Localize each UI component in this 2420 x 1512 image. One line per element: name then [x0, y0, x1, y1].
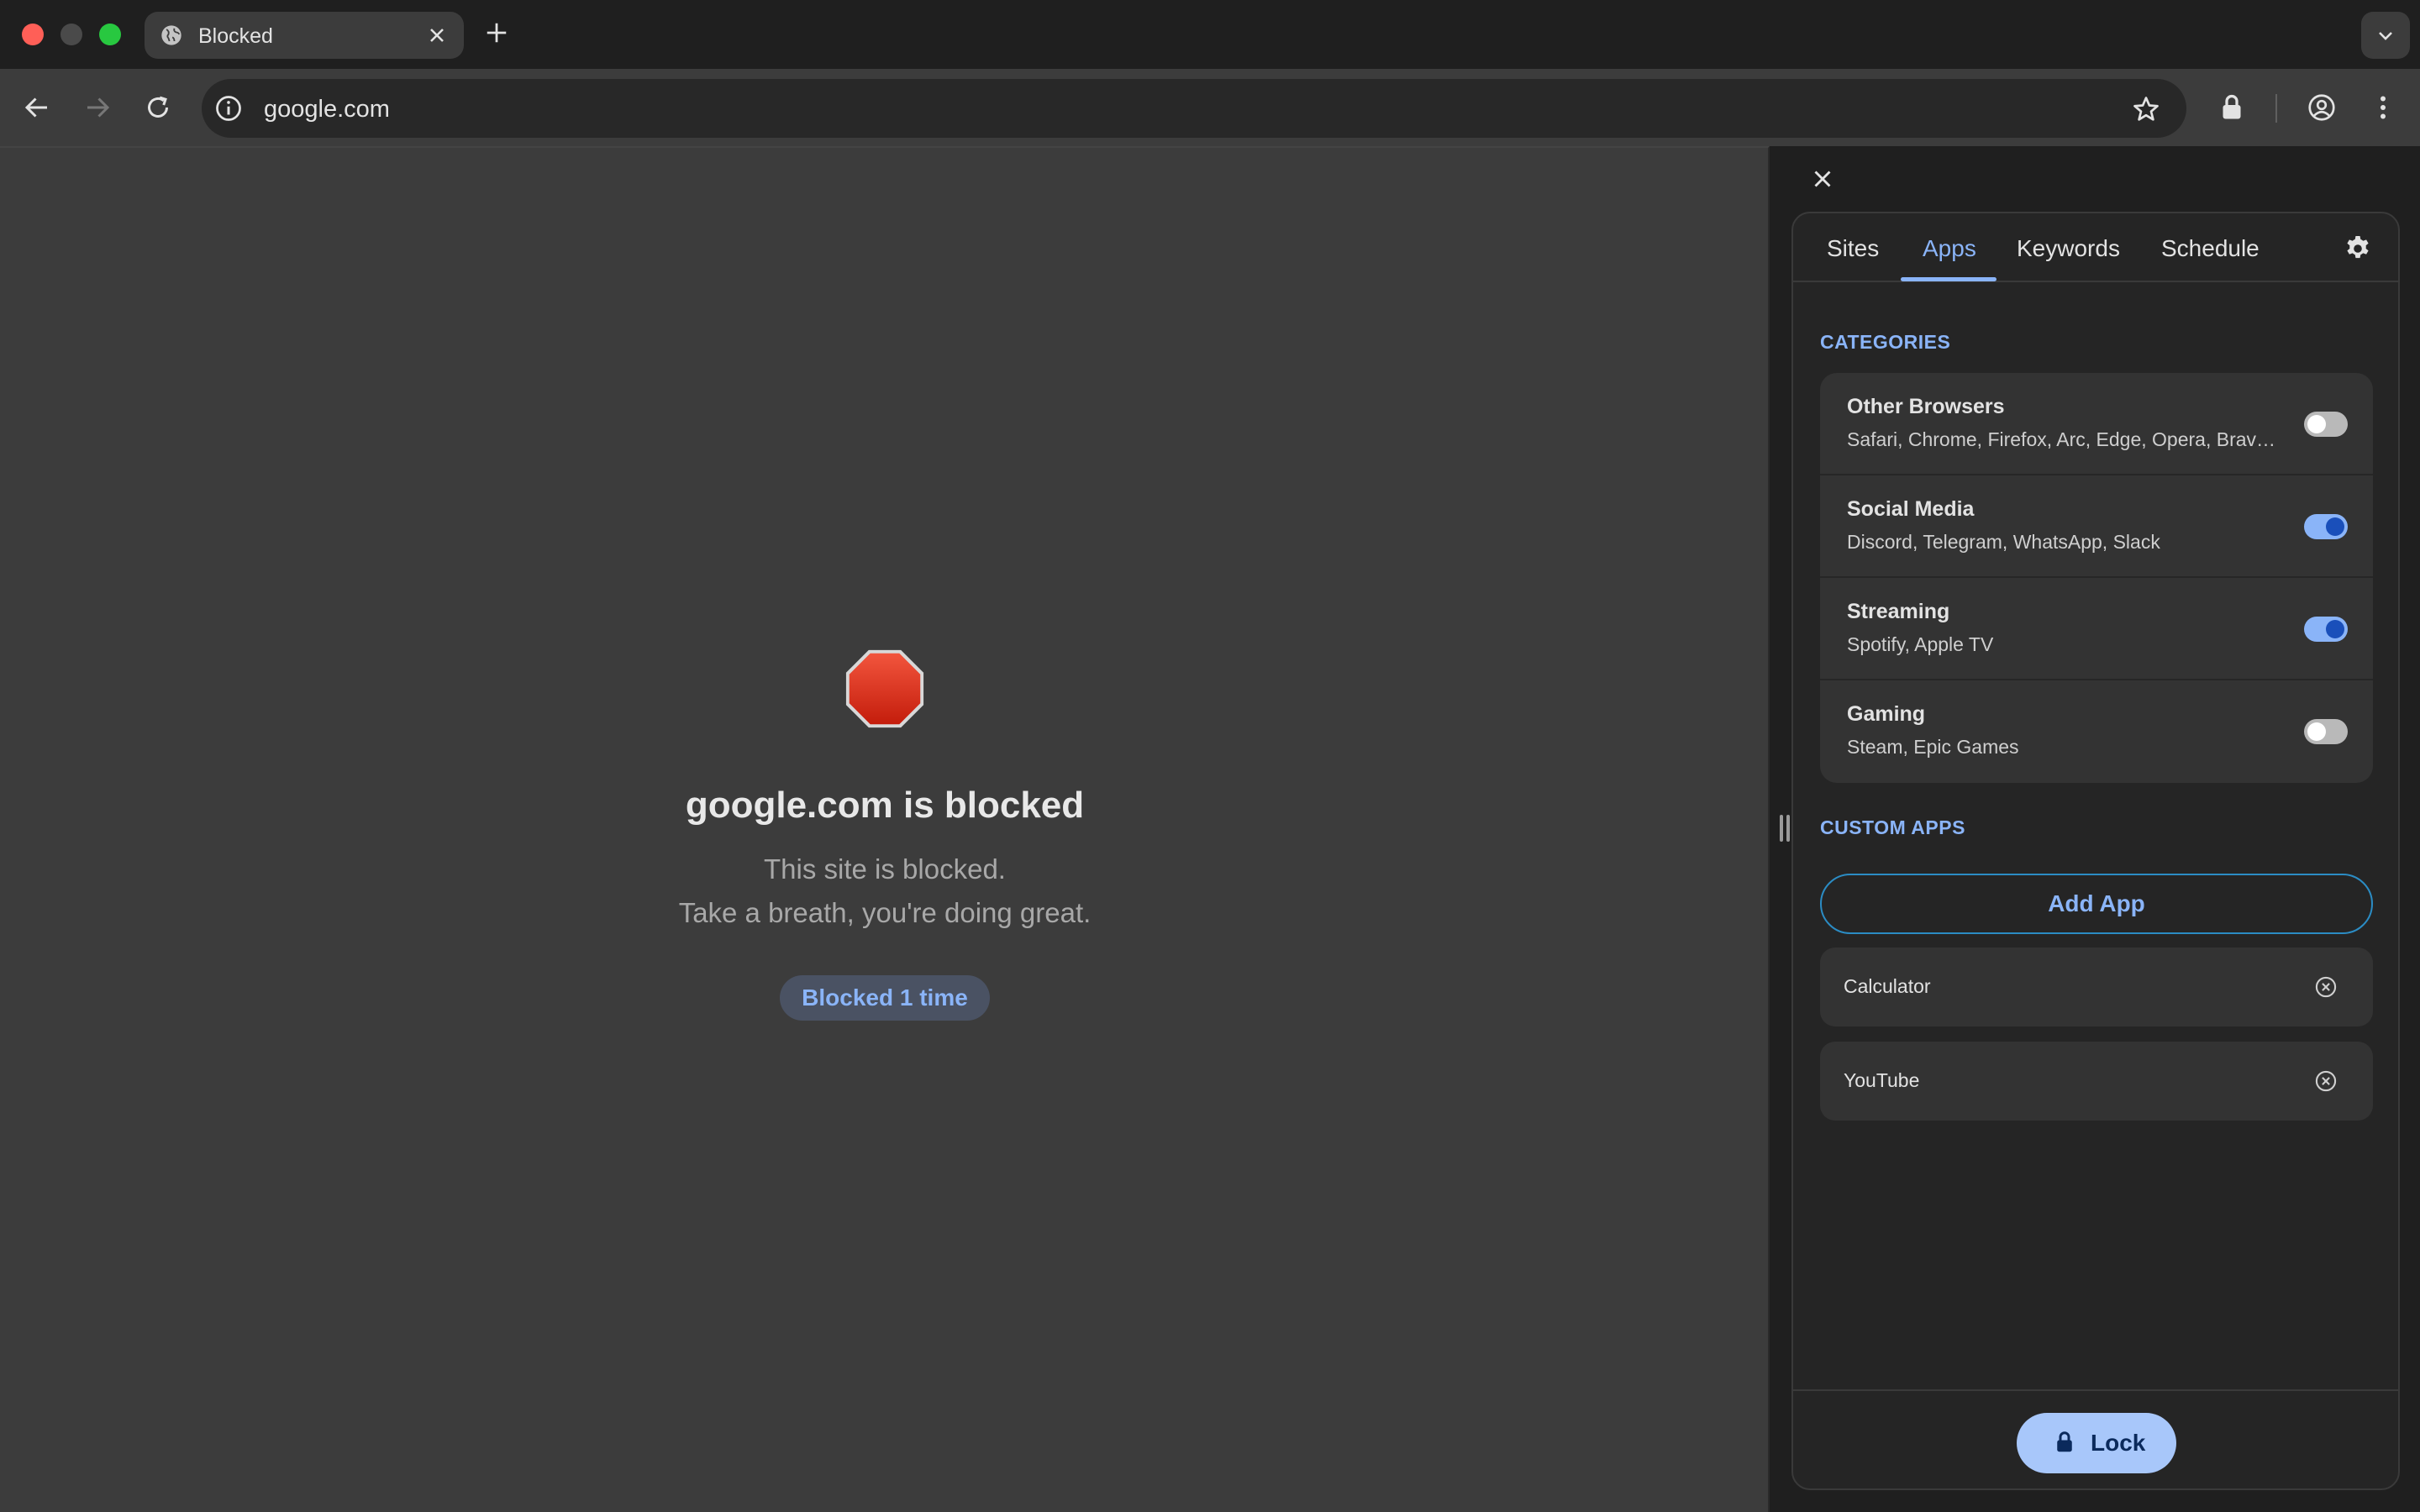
social-media-toggle[interactable]: [2304, 514, 2348, 539]
browser-tab[interactable]: Blocked: [145, 12, 464, 59]
category-name: Gaming: [1847, 702, 1926, 726]
category-row-other-browsers: Other Browsers Safari, Chrome, Firefox, …: [1820, 373, 2373, 475]
tab-apps[interactable]: Apps: [1923, 235, 1976, 262]
tab-schedule[interactable]: Schedule: [2161, 235, 2260, 262]
more-menu-icon[interactable]: [2368, 92, 2398, 123]
extension-footer: Lock: [1793, 1389, 2398, 1488]
lock-icon: [2057, 1431, 2072, 1452]
site-info-icon[interactable]: [213, 93, 244, 123]
back-arrow-icon[interactable]: [22, 92, 52, 123]
browser-toolbar: google.com: [0, 69, 2420, 146]
encouragement-message: Take a breath, you're doing great.: [678, 897, 1092, 928]
chevron-down-icon: [2379, 32, 2392, 40]
reload-icon[interactable]: [143, 92, 173, 123]
categories-heading: CATEGORIES: [1820, 331, 1951, 353]
tab-close-icon[interactable]: [425, 24, 449, 47]
categories-list: Other Browsers Safari, Chrome, Firefox, …: [1820, 373, 2373, 783]
address-bar[interactable]: google.com: [202, 79, 2186, 138]
window-minimize-button[interactable]: [60, 24, 82, 45]
category-row-streaming: Streaming Spotify, Apple TV: [1820, 578, 2373, 680]
gear-icon[interactable]: [2343, 234, 2373, 264]
category-name: Other Browsers: [1847, 395, 2005, 418]
gaming-toggle[interactable]: [2304, 719, 2348, 744]
category-row-gaming: Gaming Steam, Epic Games: [1820, 680, 2373, 783]
category-apps: Steam, Epic Games: [1847, 736, 2019, 758]
forward-arrow-icon[interactable]: [82, 92, 113, 123]
tab-keywords[interactable]: Keywords: [2017, 235, 2120, 262]
tab-title: Blocked: [198, 24, 273, 48]
stop-sign-icon: [845, 649, 924, 728]
blocker-extension-panel: Sites Apps Keywords Schedule CATEGORIES …: [1791, 212, 2400, 1490]
side-panel-resize-handle[interactable]: [1780, 815, 1791, 842]
lock-button[interactable]: Lock: [2017, 1413, 2176, 1473]
window-close-button[interactable]: [22, 24, 44, 45]
profile-icon[interactable]: [2307, 92, 2337, 123]
tab-strip: Blocked: [0, 0, 2420, 69]
custom-app-name: YouTube: [1844, 1069, 1920, 1091]
extension-tabs: Sites Apps Keywords Schedule: [1793, 213, 2398, 282]
category-apps: Safari, Chrome, Firefox, Arc, Edge, Oper…: [1847, 428, 2284, 450]
new-tab-icon[interactable]: [484, 20, 509, 45]
tab-sites[interactable]: Sites: [1827, 235, 1879, 262]
active-tab-indicator: [1901, 277, 1996, 281]
globe-icon: [161, 25, 182, 45]
side-panel-close-icon[interactable]: [1808, 165, 1837, 193]
category-apps: Spotify, Apple TV: [1847, 633, 1994, 655]
blocked-message: This site is blocked.: [764, 853, 1006, 885]
custom-apps-heading: CUSTOM APPS: [1820, 816, 1965, 838]
toolbar-divider: [2275, 94, 2277, 123]
other-browsers-toggle[interactable]: [2304, 412, 2348, 437]
category-name: Social Media: [1847, 497, 1975, 521]
blocked-page: [0, 146, 1770, 1512]
custom-app-name: Calculator: [1844, 975, 1931, 997]
category-name: Streaming: [1847, 600, 1950, 623]
category-apps: Discord, Telegram, WhatsApp, Slack: [1847, 531, 2160, 553]
extension-lock-icon[interactable]: [2217, 92, 2247, 123]
category-row-social-media: Social Media Discord, Telegram, WhatsApp…: [1820, 475, 2373, 578]
blocked-title: google.com is blocked: [685, 785, 1085, 826]
custom-app-item: YouTube: [1820, 1042, 2373, 1121]
custom-app-item: Calculator: [1820, 948, 2373, 1026]
remove-circle-icon[interactable]: [2314, 975, 2338, 999]
blocked-count-badge: Blocked 1 time: [780, 975, 990, 1021]
bookmark-star-icon[interactable]: [2131, 94, 2161, 124]
tab-search-button[interactable]: [2361, 12, 2410, 59]
add-app-button[interactable]: Add App: [1820, 874, 2373, 934]
streaming-toggle[interactable]: [2304, 617, 2348, 642]
window-zoom-button[interactable]: [99, 24, 121, 45]
remove-circle-icon[interactable]: [2314, 1069, 2338, 1093]
lock-button-label: Lock: [2091, 1430, 2146, 1456]
address-bar-url: google.com: [264, 96, 390, 123]
